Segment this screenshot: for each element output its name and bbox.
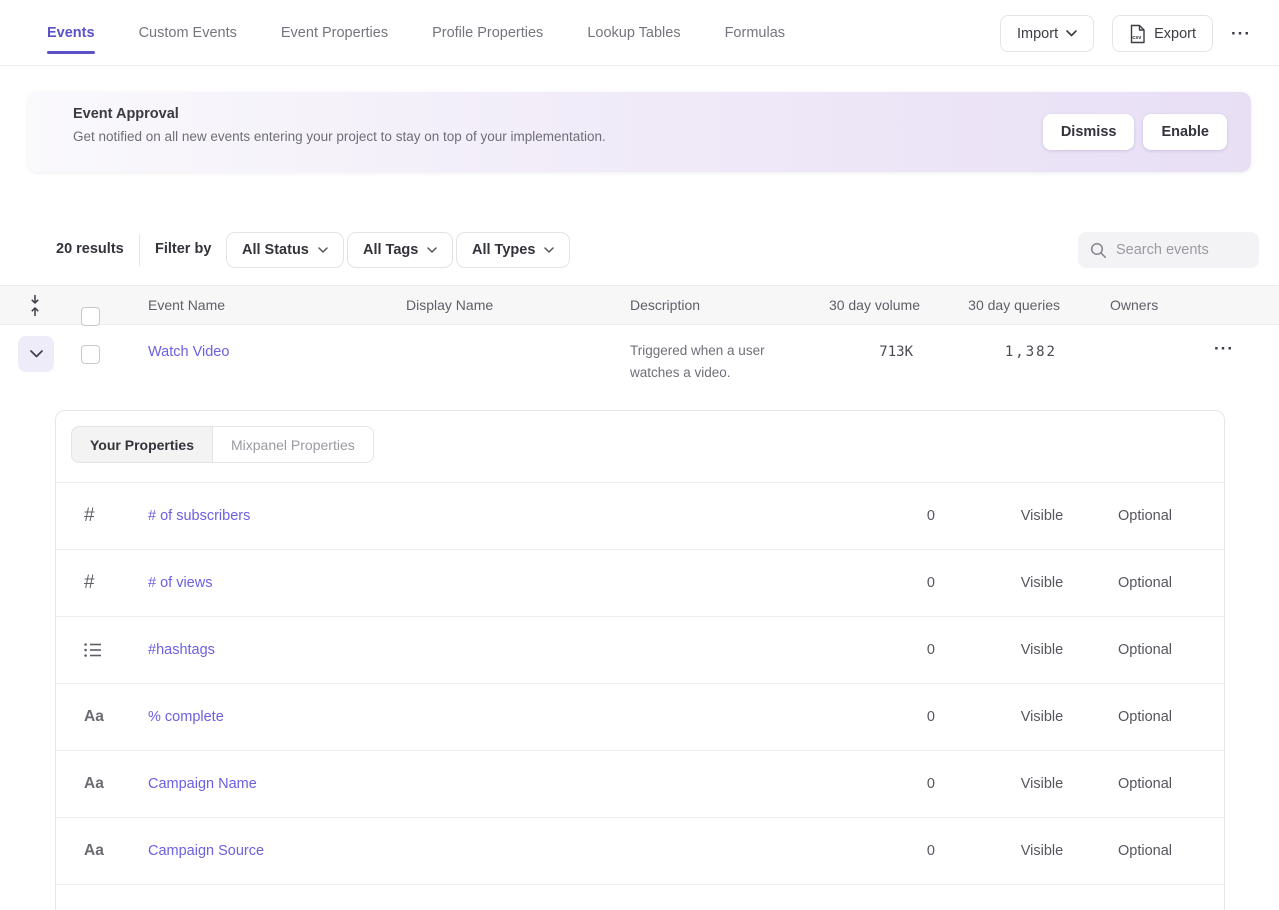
number-type-icon: # bbox=[84, 572, 148, 594]
results-count: 20 results bbox=[56, 241, 124, 257]
tags-filter-label: All Tags bbox=[363, 242, 418, 258]
property-name-link[interactable]: Campaign Name bbox=[148, 776, 257, 792]
events-table-header: Event Name Display Name Description 30 d… bbox=[0, 285, 1279, 325]
lexicon-tabs: Events Custom Events Event Properties Pr… bbox=[47, 0, 785, 66]
text-type-icon: Aa bbox=[84, 775, 148, 793]
property-count: 0 bbox=[875, 508, 935, 524]
property-requirement: Optional bbox=[1105, 575, 1185, 591]
property-row: Aa % complete 0 Visible Optional bbox=[56, 684, 1224, 751]
property-requirement: Optional bbox=[1105, 776, 1185, 792]
tab-formulas[interactable]: Formulas bbox=[725, 0, 785, 66]
event-volume-value: 713K bbox=[879, 344, 913, 360]
property-requirement: Optional bbox=[1105, 843, 1185, 859]
types-filter-label: All Types bbox=[472, 242, 535, 258]
property-count: 0 bbox=[875, 642, 935, 658]
export-button[interactable]: csv Export bbox=[1112, 15, 1213, 52]
search-icon bbox=[1090, 242, 1107, 259]
tab-mixpanel-properties[interactable]: Mixpanel Properties bbox=[213, 426, 374, 463]
property-visibility: Visible bbox=[1002, 709, 1082, 725]
search-box bbox=[1078, 232, 1259, 268]
column-display-name: Display Name bbox=[406, 297, 493, 313]
import-button[interactable]: Import bbox=[1000, 15, 1094, 52]
chevron-down-icon bbox=[544, 247, 554, 253]
property-visibility: Visible bbox=[1002, 575, 1082, 591]
property-visibility: Visible bbox=[1002, 642, 1082, 658]
property-requirement: Optional bbox=[1105, 508, 1185, 524]
property-row: #hashtags 0 Visible Optional bbox=[56, 617, 1224, 684]
row-checkbox[interactable] bbox=[81, 345, 100, 364]
event-description-line2: watches a video. bbox=[630, 365, 731, 380]
event-properties-panel: Your Properties Mixpanel Properties # # … bbox=[55, 410, 1225, 910]
event-row-watch-video: Watch Video Triggered when a user watche… bbox=[0, 326, 1279, 396]
tab-event-properties[interactable]: Event Properties bbox=[281, 0, 388, 66]
import-button-label: Import bbox=[1017, 26, 1058, 42]
event-approval-banner: Event Approval Get notified on all new e… bbox=[28, 92, 1251, 172]
column-owners: Owners bbox=[1110, 297, 1158, 313]
svg-text:csv: csv bbox=[1132, 35, 1142, 41]
event-queries-value: 1,382 bbox=[1005, 344, 1057, 360]
event-name-link[interactable]: Watch Video bbox=[148, 344, 229, 360]
column-event-name: Event Name bbox=[148, 297, 225, 313]
status-filter-label: All Status bbox=[242, 242, 309, 258]
more-options-button[interactable]: ··· bbox=[1231, 24, 1251, 44]
tab-events[interactable]: Events bbox=[47, 0, 95, 66]
property-name-link[interactable]: # of subscribers bbox=[148, 508, 250, 524]
property-name-link[interactable]: #hashtags bbox=[148, 642, 215, 658]
tags-filter-dropdown[interactable]: All Tags bbox=[347, 232, 453, 268]
column-description: Description bbox=[630, 297, 700, 313]
collapse-row-chevron-button[interactable] bbox=[18, 336, 54, 372]
row-more-options-button[interactable]: ··· bbox=[1214, 339, 1234, 359]
column-30-day-queries: 30 day queries bbox=[968, 297, 1060, 313]
list-type-icon bbox=[84, 642, 148, 658]
text-type-icon: Aa bbox=[84, 842, 148, 860]
divider bbox=[139, 234, 140, 266]
property-count: 0 bbox=[875, 575, 935, 591]
property-row: # # of subscribers 0 Visible Optional bbox=[56, 483, 1224, 550]
tab-your-properties[interactable]: Your Properties bbox=[71, 426, 213, 463]
top-navigation: Events Custom Events Event Properties Pr… bbox=[0, 0, 1279, 66]
banner-subtitle: Get notified on all new events entering … bbox=[73, 129, 606, 144]
event-description-line1: Triggered when a user bbox=[630, 343, 765, 358]
export-button-label: Export bbox=[1154, 26, 1196, 42]
property-row: Aa Campaign Source 0 Visible Optional bbox=[56, 818, 1224, 885]
property-visibility: Visible bbox=[1002, 776, 1082, 792]
tab-profile-properties[interactable]: Profile Properties bbox=[432, 0, 543, 66]
property-count: 0 bbox=[875, 843, 935, 859]
filter-bar: 20 results Filter by All Status All Tags… bbox=[0, 232, 1279, 268]
properties-tab-switcher: Your Properties Mixpanel Properties bbox=[71, 426, 374, 463]
property-row: # # of views 0 Visible Optional bbox=[56, 550, 1224, 617]
chevron-down-icon bbox=[1066, 30, 1077, 37]
search-input[interactable] bbox=[1116, 242, 1246, 258]
property-requirement: Optional bbox=[1105, 709, 1185, 725]
tab-lookup-tables[interactable]: Lookup Tables bbox=[587, 0, 680, 66]
property-name-link[interactable]: % complete bbox=[148, 709, 224, 725]
filter-by-label: Filter by bbox=[155, 241, 211, 257]
column-30-day-volume: 30 day volume bbox=[829, 297, 920, 313]
select-all-checkbox[interactable] bbox=[81, 307, 100, 326]
number-type-icon: # bbox=[84, 505, 148, 527]
property-row: Aa Campaign Name 0 Visible Optional bbox=[56, 751, 1224, 818]
properties-list: # # of subscribers 0 Visible Optional # … bbox=[56, 483, 1224, 885]
text-type-icon: Aa bbox=[84, 708, 148, 726]
property-visibility: Visible bbox=[1002, 508, 1082, 524]
chevron-down-icon bbox=[318, 247, 328, 253]
status-filter-dropdown[interactable]: All Status bbox=[226, 232, 344, 268]
property-count: 0 bbox=[875, 776, 935, 792]
property-count: 0 bbox=[875, 709, 935, 725]
csv-file-icon: csv bbox=[1129, 24, 1146, 44]
chevron-down-icon bbox=[427, 247, 437, 253]
property-name-link[interactable]: # of views bbox=[148, 575, 212, 591]
dismiss-button[interactable]: Dismiss bbox=[1043, 114, 1135, 150]
collapse-all-icon[interactable] bbox=[28, 294, 42, 317]
property-requirement: Optional bbox=[1105, 642, 1185, 658]
types-filter-dropdown[interactable]: All Types bbox=[456, 232, 570, 268]
property-visibility: Visible bbox=[1002, 843, 1082, 859]
property-name-link[interactable]: Campaign Source bbox=[148, 843, 264, 859]
banner-title: Event Approval bbox=[73, 106, 179, 122]
tab-custom-events[interactable]: Custom Events bbox=[139, 0, 237, 66]
enable-button[interactable]: Enable bbox=[1143, 114, 1227, 150]
